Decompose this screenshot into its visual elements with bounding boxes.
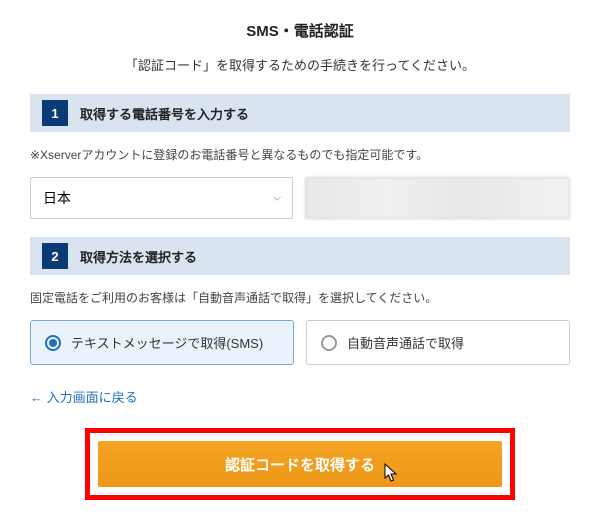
submit-button[interactable]: 認証コードを取得する xyxy=(98,441,502,487)
section-2-number: 2 xyxy=(42,243,68,269)
section-1-number: 1 xyxy=(42,100,68,126)
radio-icon xyxy=(45,335,61,351)
radio-label-sms: テキストメッセージで取得(SMS) xyxy=(71,333,263,352)
page-subtitle: 「認証コード」を取得するための手続きを行ってください。 xyxy=(30,55,570,74)
section-2-header: 2 取得方法を選択する xyxy=(30,237,570,275)
section-1-note: ※Xserverアカウントに登録のお電話番号と異なるものでも指定可能です。 xyxy=(30,146,570,163)
radio-option-sms[interactable]: テキストメッセージで取得(SMS) xyxy=(30,320,294,365)
country-select[interactable]: 日本 xyxy=(30,177,293,219)
page-title: SMS・電話認証 xyxy=(30,20,570,41)
back-link[interactable]: ← 入力画面に戻る xyxy=(30,387,138,406)
section-2-title: 取得方法を選択する xyxy=(80,247,197,266)
submit-highlight-box: 認証コードを取得する xyxy=(85,428,515,500)
radio-label-voice: 自動音声通話で取得 xyxy=(347,333,464,352)
section-2-note: 固定電話をご利用のお客様は「自動音声通話で取得」を選択してください。 xyxy=(30,289,570,306)
section-1-title: 取得する電話番号を入力する xyxy=(80,104,249,123)
radio-option-voice[interactable]: 自動音声通話で取得 xyxy=(306,320,570,365)
phone-input[interactable] xyxy=(305,177,570,219)
section-1-header: 1 取得する電話番号を入力する xyxy=(30,94,570,132)
radio-icon xyxy=(321,335,337,351)
